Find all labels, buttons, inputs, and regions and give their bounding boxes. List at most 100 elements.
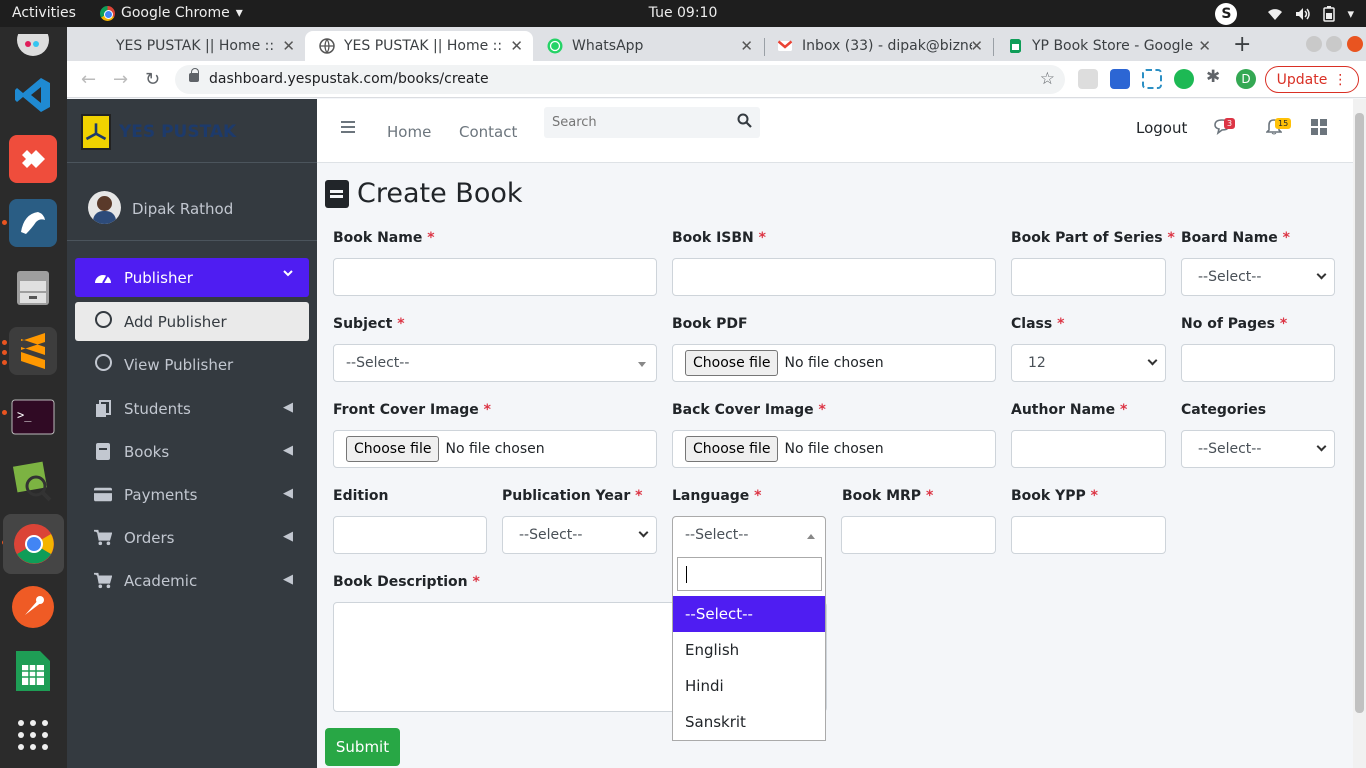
wifi-icon[interactable] (1267, 7, 1283, 21)
chevron-down-icon[interactable]: ▾ (1347, 7, 1354, 22)
brand-link[interactable]: YES PUSTAK (67, 99, 317, 163)
close-window-button[interactable] (1347, 36, 1363, 52)
grid-apps-icon[interactable] (1311, 119, 1327, 135)
page-scrollbar[interactable] (1353, 99, 1366, 768)
close-icon[interactable]: ✕ (970, 37, 983, 55)
running-indicator (2, 350, 7, 355)
minimize-button[interactable] (1306, 36, 1322, 52)
front-cover-file-input[interactable]: Choose file No file chosen (333, 430, 657, 468)
book-pdf-file-input[interactable]: Choose file No file chosen (672, 344, 996, 382)
book-ypp-input[interactable] (1011, 516, 1166, 554)
sidebar-item-students[interactable]: Students ◀ (75, 389, 309, 428)
search-icon[interactable] (737, 113, 752, 128)
dropdown-option[interactable]: Hindi (673, 668, 825, 704)
forward-arrow-icon[interactable]: → (113, 69, 128, 90)
dock-app-chrome[interactable] (3, 514, 64, 574)
close-icon[interactable]: ✕ (282, 37, 295, 55)
browser-tab-active[interactable]: YES PUSTAK || Home :: ✕ (305, 31, 533, 61)
profile-avatar[interactable]: D (1236, 69, 1256, 89)
extension-n-icon[interactable] (1142, 69, 1162, 89)
messages-button[interactable]: 3 (1214, 118, 1236, 139)
dock-app-mysql-workbench[interactable] (9, 199, 57, 247)
class-select[interactable]: 12 (1011, 344, 1166, 382)
hamburger-menu-icon[interactable] (341, 121, 355, 136)
dropdown-option[interactable]: English (673, 632, 825, 668)
dock-app-files[interactable] (9, 263, 57, 311)
sidebar-item-view-publisher[interactable]: View Publisher (75, 345, 309, 384)
choose-file-button[interactable]: Choose file (685, 436, 779, 462)
dock-app-vscode[interactable] (9, 71, 57, 119)
sidebar-item-orders[interactable]: Orders ◀ (75, 518, 309, 557)
board-name-select[interactable]: --Select-- (1181, 258, 1335, 296)
user-panel[interactable]: Dipak Rathod (67, 179, 317, 241)
activities-button[interactable]: Activities (12, 5, 76, 21)
dock-app-anydesk[interactable] (9, 135, 57, 183)
close-icon[interactable]: ✕ (740, 37, 753, 55)
nav-home-link[interactable]: Home (387, 123, 431, 141)
book-name-input[interactable] (333, 258, 657, 296)
dock-app-postman[interactable] (9, 583, 57, 631)
vscode-icon (15, 78, 50, 112)
edition-input[interactable] (333, 516, 487, 554)
sidebar-item-publisher[interactable]: Publisher (75, 258, 309, 297)
volume-icon[interactable] (1295, 7, 1311, 21)
dock-show-applications[interactable] (9, 711, 57, 759)
subject-select[interactable]: --Select-- (333, 344, 657, 382)
publication-year-select[interactable]: --Select-- (502, 516, 657, 554)
bookmark-star-icon[interactable]: ☆ (1040, 69, 1055, 89)
part-of-series-input[interactable] (1011, 258, 1166, 296)
book-isbn-input[interactable] (672, 258, 996, 296)
extension-s-icon[interactable] (1110, 69, 1130, 89)
chevron-left-icon: ◀ (283, 572, 293, 587)
new-tab-button[interactable]: + (1233, 32, 1251, 57)
whatsapp-icon (547, 38, 563, 54)
back-cover-file-input[interactable]: Choose file No file chosen (672, 430, 996, 468)
logout-link[interactable]: Logout (1136, 119, 1187, 137)
browser-tab[interactable]: YP Book Store - Google ✕ (993, 31, 1221, 61)
dock-app-sublime[interactable] (9, 327, 57, 375)
dropdown-search-input[interactable] (677, 557, 822, 591)
update-button[interactable]: Update ⋮ (1265, 66, 1359, 93)
dock-app-libreoffice-calc[interactable] (9, 647, 57, 695)
chevron-left-icon: ◀ (283, 486, 293, 501)
sidebar-item-add-publisher[interactable]: Add Publisher (75, 302, 309, 341)
puzzle-icon[interactable]: ✱ (1206, 67, 1226, 87)
choose-file-button[interactable]: Choose file (685, 350, 779, 376)
scrollbar-thumb[interactable] (1355, 113, 1364, 713)
back-arrow-icon[interactable]: ← (81, 69, 96, 90)
book-mrp-input[interactable] (841, 516, 996, 554)
browser-tab[interactable]: YES PUSTAK || Home :: ✕ (77, 31, 305, 61)
reload-icon[interactable]: ↻ (145, 69, 160, 90)
sidebar-item-books[interactable]: Books ◀ (75, 432, 309, 471)
dock-app-terminal[interactable]: >_ (9, 393, 57, 441)
system-tray[interactable]: S ▾ (1215, 3, 1354, 25)
maximize-button[interactable] (1326, 36, 1342, 52)
search-input[interactable] (544, 107, 728, 138)
close-icon[interactable]: ✕ (510, 37, 523, 55)
language-select[interactable]: --Select-- (672, 516, 826, 554)
admin-sidebar: YES PUSTAK Dipak Rathod Publisher Add Pu… (67, 99, 317, 768)
notifications-button[interactable]: 15 (1265, 118, 1292, 139)
browser-tab[interactable]: Inbox (33) - dipak@bizne ✕ (763, 31, 993, 61)
sidebar-item-payments[interactable]: Payments ◀ (75, 475, 309, 514)
no-of-pages-input[interactable] (1181, 344, 1335, 382)
close-icon[interactable]: ✕ (1198, 37, 1211, 55)
app-menu[interactable]: Google Chrome ▾ (100, 5, 243, 21)
dock-app-image-viewer[interactable] (9, 457, 57, 505)
categories-select[interactable]: --Select-- (1181, 430, 1335, 468)
address-bar[interactable]: dashboard.yespustak.com/books/create ☆ (175, 65, 1065, 94)
submit-button[interactable]: Submit (325, 728, 400, 766)
sidebar-item-academic[interactable]: Academic ◀ (75, 561, 309, 600)
skype-icon[interactable]: S (1215, 3, 1238, 25)
dropdown-option[interactable]: --Select-- (673, 596, 825, 632)
extension-pen-icon[interactable] (1078, 69, 1098, 89)
browser-tab[interactable]: WhatsApp ✕ (533, 31, 763, 61)
file-status: No file chosen (784, 441, 884, 457)
choose-file-button[interactable]: Choose file (346, 436, 440, 462)
nav-contact-link[interactable]: Contact (459, 123, 517, 141)
dock-app-slack[interactable] (9, 25, 57, 73)
battery-icon[interactable] (1323, 6, 1336, 22)
extension-leaf-icon[interactable] (1174, 69, 1194, 89)
author-name-input[interactable] (1011, 430, 1166, 468)
dropdown-option[interactable]: Sanskrit (673, 704, 825, 740)
